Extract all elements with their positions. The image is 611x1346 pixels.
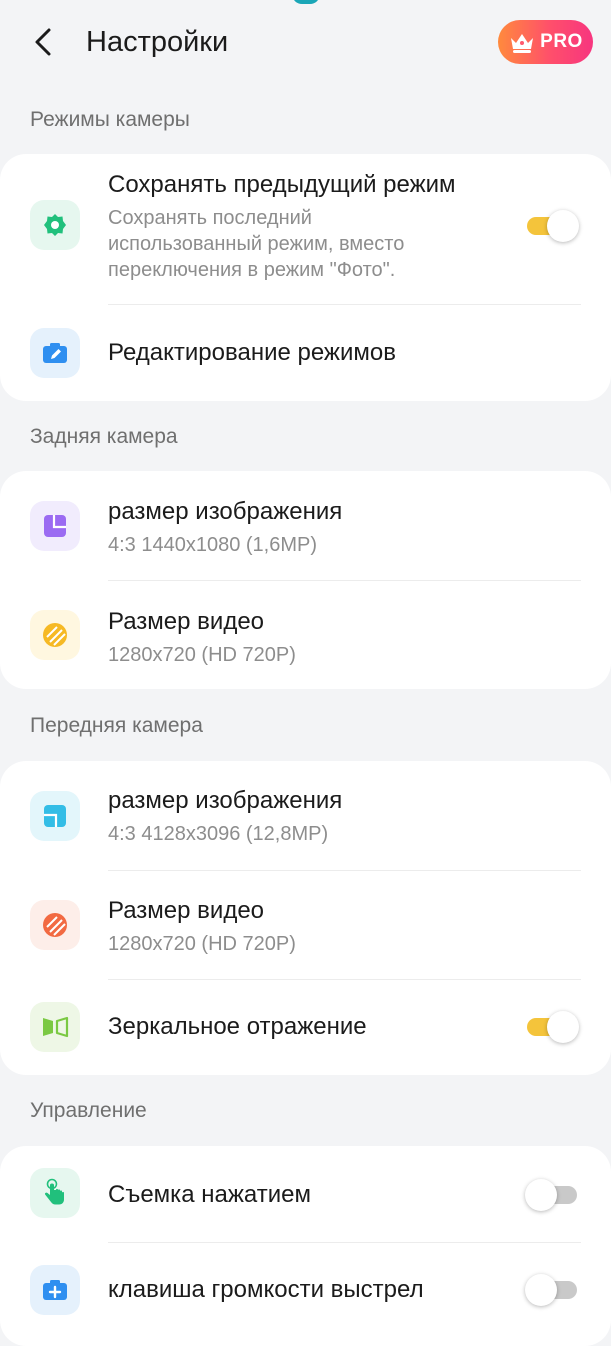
video-size-icon bbox=[30, 610, 80, 660]
card-rear-camera: размер изображения 4:3 1440x1080 (1,6MP)… bbox=[0, 471, 611, 689]
setting-description-line: переключения в режим "Фото". bbox=[108, 259, 396, 281]
setting-row-volume-key-shot[interactable]: клавиша громкости выстрел bbox=[0, 1243, 611, 1346]
setting-description-line: Сохранять последний bbox=[108, 207, 312, 229]
setting-title: Редактирование режимов bbox=[108, 339, 396, 366]
section-label-controls: Управление bbox=[30, 1099, 147, 1122]
setting-row-tap-capture[interactable]: Съемка нажатием bbox=[0, 1146, 611, 1242]
toggle-volume-key-shot[interactable] bbox=[525, 1274, 577, 1306]
setting-row-keep-previous-mode[interactable]: Сохранять предыдущий режим Сохранять пос… bbox=[0, 154, 611, 304]
card-controls: Съемка нажатием клавиша громкости выстре… bbox=[0, 1146, 611, 1346]
image-size-icon bbox=[30, 791, 80, 841]
setting-row-edit-modes[interactable]: Редактирование режимов bbox=[0, 305, 611, 401]
crown-icon bbox=[511, 34, 534, 53]
card-camera-modes: Сохранять предыдущий режим Сохранять пос… bbox=[0, 154, 611, 401]
setting-title: клавиша громкости выстрел bbox=[108, 1276, 424, 1303]
toggle-mirror[interactable] bbox=[527, 1011, 579, 1043]
section-label-front-camera: Передняя камера bbox=[30, 714, 203, 737]
page-title: Настройки bbox=[86, 26, 229, 58]
setting-row-rear-image-size[interactable]: размер изображения 4:3 1440x1080 (1,6MP) bbox=[0, 471, 611, 580]
toggle-keep-previous-mode[interactable] bbox=[527, 210, 579, 242]
toggle-knob bbox=[547, 1011, 579, 1043]
pro-label: PRO bbox=[540, 31, 583, 52]
image-size-icon bbox=[30, 501, 80, 551]
card-front-camera: размер изображения 4:3 4128x3096 (12,8MP… bbox=[0, 761, 611, 1075]
setting-title: Сохранять предыдущий режим bbox=[108, 171, 456, 198]
section-label-rear-camera: Задняя камера bbox=[30, 425, 178, 448]
tap-hand-icon bbox=[30, 1168, 80, 1218]
setting-title: Зеркальное отражение bbox=[108, 1013, 367, 1040]
setting-row-front-image-size[interactable]: размер изображения 4:3 4128x3096 (12,8MP… bbox=[0, 761, 611, 870]
setting-title: размер изображения bbox=[108, 787, 343, 814]
toggle-knob bbox=[525, 1274, 557, 1306]
mirror-icon bbox=[30, 1002, 80, 1052]
setting-title: размер изображения bbox=[108, 498, 343, 525]
setting-title: Размер видео bbox=[108, 897, 265, 924]
setting-value: 1280x720 (HD 720P) bbox=[108, 933, 296, 955]
setting-value: 4:3 1440x1080 (1,6MP) bbox=[108, 534, 318, 556]
camera-edit-icon bbox=[30, 328, 80, 378]
back-button[interactable] bbox=[24, 22, 62, 62]
toggle-knob bbox=[525, 1179, 557, 1211]
section-label-camera-modes: Режимы камеры bbox=[30, 108, 190, 131]
setting-title: Размер видео bbox=[108, 608, 265, 635]
setting-value: 4:3 4128x3096 (12,8MP) bbox=[108, 823, 329, 845]
setting-description-line: использованный режим, вместо bbox=[108, 233, 405, 255]
video-size-icon bbox=[30, 900, 80, 950]
pro-badge-button[interactable]: PRO bbox=[498, 20, 593, 64]
toggle-tap-capture[interactable] bbox=[525, 1179, 577, 1211]
setting-value: 1280x720 (HD 720P) bbox=[108, 644, 296, 666]
toggle-knob bbox=[547, 210, 579, 242]
setting-title: Съемка нажатием bbox=[108, 1181, 311, 1208]
setting-row-front-video-size[interactable]: Размер видео 1280x720 (HD 720P) bbox=[0, 871, 611, 979]
mode-gear-icon bbox=[30, 200, 80, 250]
setting-row-rear-video-size[interactable]: Размер видео 1280x720 (HD 720P) bbox=[0, 581, 611, 689]
chevron-left-icon bbox=[35, 28, 51, 56]
app-header: Настройки PRO bbox=[0, 0, 611, 86]
setting-row-mirror[interactable]: Зеркальное отражение bbox=[0, 980, 611, 1075]
